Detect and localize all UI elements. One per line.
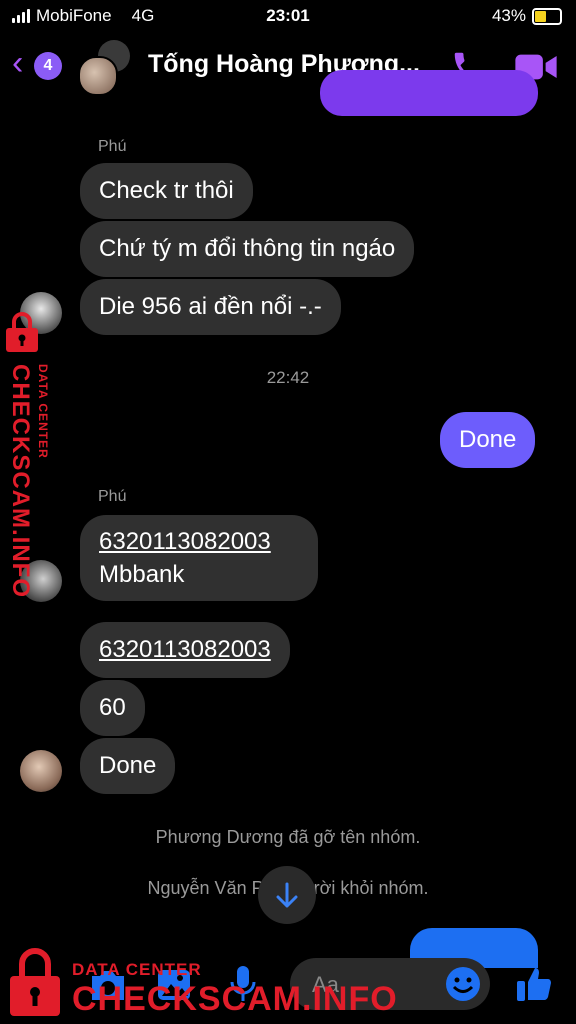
outgoing-bubble-partial (320, 70, 538, 116)
account-number-link[interactable]: 6320113082003 (99, 528, 271, 555)
emoji-icon[interactable] (444, 965, 482, 1003)
scroll-down-button[interactable] (258, 866, 316, 924)
system-message: Phương Dương đã gỡ tên nhóm. (155, 827, 421, 847)
message-bubble[interactable]: 60 (80, 680, 145, 736)
status-bar: MobiFone 4G 23:01 43% (0, 0, 576, 32)
sender-name: Phú (98, 488, 127, 505)
bank-name: Mbbank (99, 561, 185, 588)
group-avatar[interactable] (78, 40, 132, 96)
message-bubble[interactable]: 6320113082003 Mbbank (80, 515, 318, 601)
unread-count-badge[interactable]: 4 (34, 52, 62, 80)
status-right: 43% (492, 6, 562, 26)
watermark-tagline: DATA CENTER (72, 960, 202, 979)
battery-percent: 43% (491, 6, 526, 25)
message-bubble[interactable]: Die 956 ai đền nổi -.- (80, 279, 341, 335)
sender-name: Phú (98, 138, 127, 155)
arrow-down-icon (276, 882, 298, 908)
status-time: 23:01 (266, 6, 310, 25)
watermark-brand: CHECKSCAM.INFO (7, 364, 34, 598)
message-bubble[interactable]: Done (80, 738, 176, 794)
account-number-link[interactable]: 6320113082003 (99, 636, 271, 663)
watermark-tagline: DATA CENTER (36, 364, 50, 459)
lock-watermark-icon (6, 312, 38, 352)
message-bubble[interactable]: 6320113082003 (80, 622, 290, 678)
watermark-brand: CHECKSCAM.INFO (72, 980, 398, 1018)
back-chevron-icon[interactable]: ‹ (12, 46, 23, 80)
lock-watermark-icon (10, 948, 60, 1016)
outgoing-message-bubble[interactable]: Done (440, 412, 536, 468)
battery-icon (532, 7, 562, 25)
message-bubble[interactable]: Check tr thôi (80, 163, 253, 219)
sender-avatar[interactable] (20, 750, 62, 792)
message-bubble[interactable]: Chứ tý m đổi thông tin ngáo (80, 221, 415, 277)
watermark-vertical: CHECKSCAM.INFO DATA CENTER (0, 364, 50, 598)
timestamp: 22:42 (266, 368, 310, 387)
thumbs-up-icon[interactable] (514, 964, 554, 1004)
